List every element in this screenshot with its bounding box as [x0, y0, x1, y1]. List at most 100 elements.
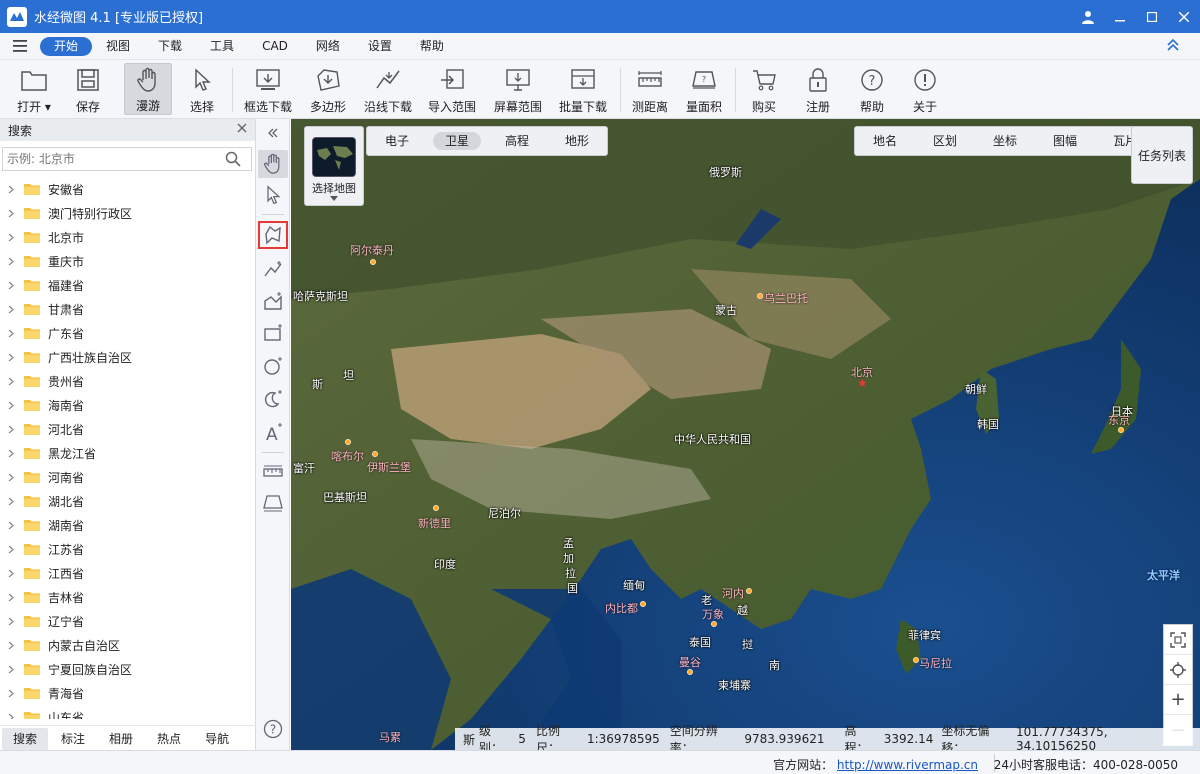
expand-arrow-icon[interactable]	[6, 329, 16, 338]
menu-start[interactable]: 开始	[40, 36, 93, 56]
polygon-button[interactable]: 多边形	[304, 63, 352, 115]
expand-arrow-icon[interactable]	[6, 473, 16, 482]
measure-distance-button[interactable]: 测距离	[627, 63, 673, 115]
roam-button[interactable]: 漫游	[124, 63, 172, 115]
draw-line-icon[interactable]	[258, 255, 288, 283]
tree-item[interactable]: 重庆市	[0, 249, 252, 273]
fullscreen-icon[interactable]	[1164, 625, 1192, 655]
tree-item[interactable]: 广东省	[0, 321, 252, 345]
tree-item[interactable]: 辽宁省	[0, 609, 252, 633]
open-button[interactable]: 打开 ▾	[12, 63, 56, 115]
tree-item[interactable]: 湖北省	[0, 489, 252, 513]
about-button[interactable]: 关于	[903, 63, 947, 115]
expand-arrow-icon[interactable]	[6, 353, 16, 362]
expand-arrow-icon[interactable]	[6, 521, 16, 530]
tab-album[interactable]: 相册	[98, 728, 144, 750]
draw-polygon-icon[interactable]	[258, 221, 288, 249]
tab-hotspot[interactable]: 热点	[146, 728, 192, 750]
expand-arrow-icon[interactable]	[6, 209, 16, 218]
menu-help[interactable]: 帮助	[406, 37, 458, 56]
expand-arrow-icon[interactable]	[6, 569, 16, 578]
expand-arrow-icon[interactable]	[6, 617, 16, 626]
tab-navigation[interactable]: 导航	[194, 728, 240, 750]
site-link[interactable]: http://www.rivermap.cn	[837, 758, 978, 772]
select-button[interactable]: 选择	[180, 63, 224, 115]
tab-annotation[interactable]: 标注	[50, 728, 96, 750]
expand-arrow-icon[interactable]	[6, 305, 16, 314]
expand-arrow-icon[interactable]	[6, 545, 16, 554]
menu-view[interactable]: 视图	[92, 37, 144, 56]
measure-area-button[interactable]: ? 量面积	[681, 63, 727, 115]
close-button[interactable]	[1168, 0, 1200, 33]
tree-item[interactable]: 河南省	[0, 465, 252, 489]
layer-placenames[interactable]: 地名	[861, 132, 909, 150]
pan-hand-icon[interactable]	[258, 150, 288, 178]
tree-item[interactable]: 湖南省	[0, 513, 252, 537]
expand-arrow-icon[interactable]	[6, 641, 16, 650]
expand-arrow-icon[interactable]	[6, 425, 16, 434]
basemap-terrain[interactable]: 地形	[553, 132, 601, 150]
expand-arrow-icon[interactable]	[6, 377, 16, 386]
maximize-button[interactable]	[1136, 0, 1168, 33]
tree-item[interactable]: 贵州省	[0, 369, 252, 393]
box-download-button[interactable]: 框选下载	[240, 63, 296, 115]
select-arrow-icon[interactable]	[258, 181, 288, 209]
basemap-elevation[interactable]: 高程	[493, 132, 541, 150]
tree-item[interactable]: 黑龙江省	[0, 441, 252, 465]
collapse-ribbon-icon[interactable]	[1166, 38, 1180, 55]
add-text-icon[interactable]: A	[258, 418, 288, 446]
close-panel-icon[interactable]	[237, 122, 247, 136]
tree-item[interactable]: 北京市	[0, 225, 252, 249]
draw-area-icon[interactable]	[258, 287, 288, 315]
map-view[interactable]: 选择地图 电子 卫星 高程 地形 地名 区划 坐标 图幅 瓦片 任务列表 俄罗斯…	[291, 119, 1200, 750]
screen-range-button[interactable]: 屏幕范围	[490, 63, 546, 115]
collapse-panel-icon[interactable]	[258, 123, 288, 143]
user-icon[interactable]	[1072, 0, 1104, 33]
search-icon[interactable]	[221, 148, 245, 170]
expand-arrow-icon[interactable]	[6, 449, 16, 458]
help-button[interactable]: ? 帮助	[850, 63, 894, 115]
expand-arrow-icon[interactable]	[6, 281, 16, 290]
tree-item[interactable]: 江西省	[0, 561, 252, 585]
tree-item[interactable]: 澳门特别行政区	[0, 201, 252, 225]
expand-arrow-icon[interactable]	[6, 185, 16, 194]
menu-tools[interactable]: 工具	[196, 37, 248, 56]
draw-rectangle-icon[interactable]	[258, 319, 288, 347]
menu-settings[interactable]: 设置	[354, 37, 406, 56]
register-button[interactable]: 注册	[796, 63, 840, 115]
expand-arrow-icon[interactable]	[6, 257, 16, 266]
tree-item[interactable]: 江苏省	[0, 537, 252, 561]
task-list-button[interactable]: 任务列表	[1131, 126, 1193, 184]
tree-item[interactable]: 山东省	[0, 705, 252, 719]
menu-cad[interactable]: CAD	[248, 37, 302, 56]
expand-arrow-icon[interactable]	[6, 497, 16, 506]
measure-area-icon[interactable]	[258, 489, 288, 517]
layer-divisions[interactable]: 区划	[921, 132, 969, 150]
menu-network[interactable]: 网络	[302, 37, 354, 56]
basemap-satellite[interactable]: 卫星	[433, 132, 482, 150]
expand-arrow-icon[interactable]	[6, 401, 16, 410]
tree-item[interactable]: 甘肃省	[0, 297, 252, 321]
search-input[interactable]	[3, 149, 221, 169]
tree-item[interactable]: 海南省	[0, 393, 252, 417]
expand-arrow-icon[interactable]	[6, 233, 16, 242]
expand-arrow-icon[interactable]	[6, 689, 16, 698]
draw-circle-icon[interactable]	[258, 352, 288, 380]
save-button[interactable]: 保存	[66, 63, 110, 115]
measure-ruler-icon[interactable]	[258, 457, 288, 485]
select-map-button[interactable]: 选择地图	[304, 126, 364, 206]
expand-arrow-icon[interactable]	[6, 665, 16, 674]
layer-coordinates[interactable]: 坐标	[981, 132, 1029, 150]
tree-item[interactable]: 宁夏回族自治区	[0, 657, 252, 681]
expand-arrow-icon[interactable]	[6, 713, 16, 719]
tree-item[interactable]: 内蒙古自治区	[0, 633, 252, 657]
line-download-button[interactable]: 沿线下载	[360, 63, 416, 115]
layer-sheets[interactable]: 图幅	[1041, 132, 1089, 150]
tree-item[interactable]: 河北省	[0, 417, 252, 441]
expand-arrow-icon[interactable]	[6, 593, 16, 602]
locate-icon[interactable]	[1164, 655, 1192, 685]
buy-button[interactable]: 购买	[742, 63, 786, 115]
tree-item[interactable]: 吉林省	[0, 585, 252, 609]
help-icon[interactable]: ?	[258, 715, 288, 743]
tab-search[interactable]: 搜索	[2, 728, 49, 750]
